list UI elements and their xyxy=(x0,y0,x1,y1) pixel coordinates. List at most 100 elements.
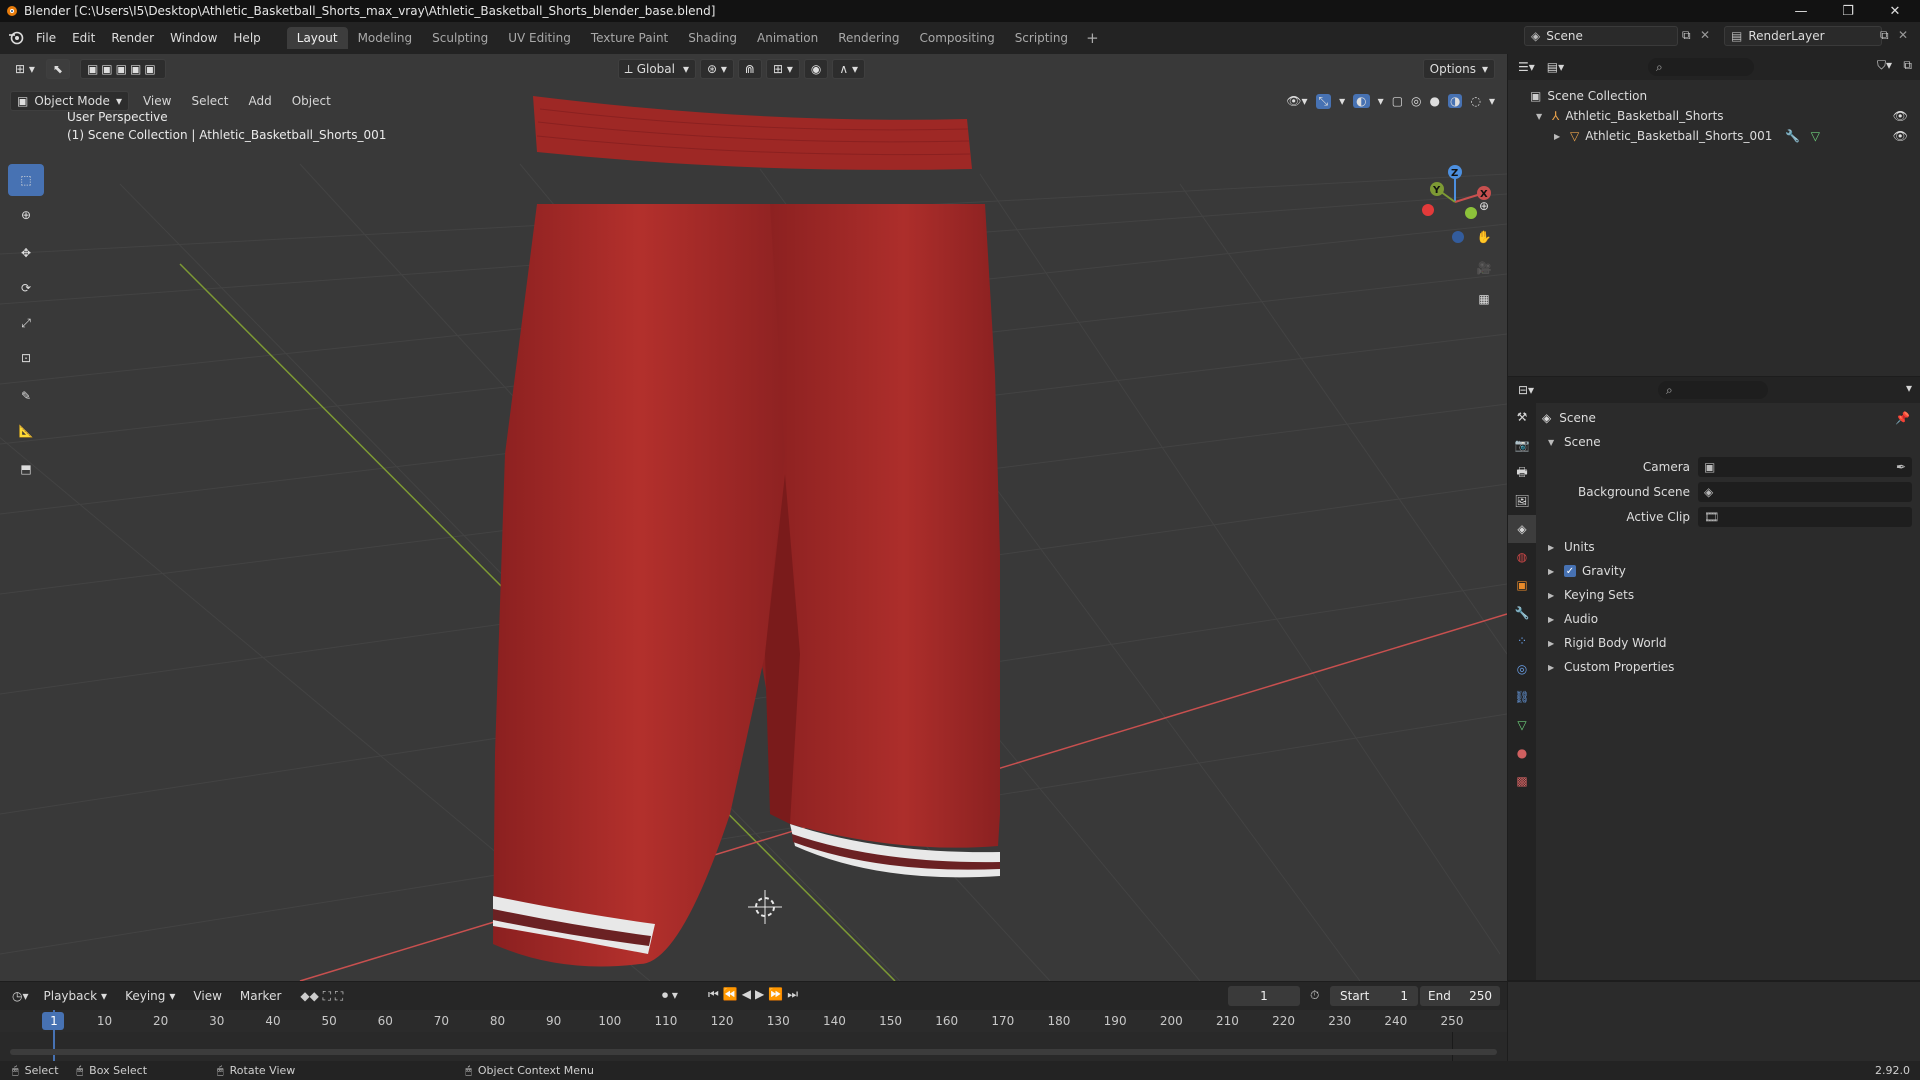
record-icon[interactable]: ⏺ ▾ xyxy=(662,988,678,1003)
play-icon[interactable]: ▶ xyxy=(755,987,768,1001)
menu-file[interactable]: File xyxy=(28,31,64,45)
custom-properties-panel[interactable]: ▶ Custom Properties xyxy=(1538,655,1920,679)
gravity-panel[interactable]: ▶ ✓ Gravity xyxy=(1538,559,1920,583)
outliner-search-input[interactable]: ⌕ xyxy=(1648,58,1754,76)
tab-data[interactable]: ▽ xyxy=(1508,711,1536,739)
play-reverse-icon[interactable]: ◀ xyxy=(742,987,755,1001)
chevron-down-icon[interactable]: ▾ xyxy=(1906,381,1912,395)
pin-icon[interactable]: 📌 xyxy=(1895,411,1910,425)
add-workspace-icon[interactable]: + xyxy=(1078,29,1107,47)
tab-shading[interactable]: Shading xyxy=(678,27,747,49)
tab-uv-editing[interactable]: UV Editing xyxy=(498,27,581,49)
expand-arrow-icon[interactable]: ▼ xyxy=(1536,112,1544,121)
overlay-toggle-icon[interactable]: ◐ xyxy=(1353,94,1370,108)
mesh-data-icon[interactable]: ▽ xyxy=(1811,129,1820,143)
tab-modifiers[interactable]: 🔧 xyxy=(1508,599,1536,627)
snap-target-button[interactable]: ⊞ ▾ xyxy=(765,59,800,79)
tab-scene[interactable]: ◈ xyxy=(1508,515,1536,543)
editor-type-icon[interactable]: ☰▾ xyxy=(1518,60,1535,74)
scene-selector[interactable]: ◈ Scene xyxy=(1524,26,1678,46)
tab-object[interactable]: ▣ xyxy=(1508,571,1536,599)
eye-icon[interactable]: 👁 xyxy=(1893,129,1908,143)
outliner-scene-collection[interactable]: ▣ Scene Collection xyxy=(1508,86,1920,106)
viewport-menu-view[interactable]: View xyxy=(133,94,181,108)
rendered-shading-icon[interactable]: ◌ xyxy=(1470,94,1480,108)
falloff-button[interactable]: ∧ ▾ xyxy=(832,59,865,79)
menu-render[interactable]: Render xyxy=(103,31,162,45)
3d-viewport[interactable]: Z X Y ⊞ ▾ ⬉ ▣▣▣▣▣ ⟂ Global ▾ ⊛ ▾ ⋒ ⊞ ▾ ◉… xyxy=(0,54,1507,981)
tab-particles[interactable]: ⁘ xyxy=(1508,627,1536,655)
renderlayer-selector[interactable]: ▤ RenderLayer xyxy=(1724,26,1882,46)
start-frame-field[interactable]: Start 1 xyxy=(1330,986,1418,1006)
current-frame-field[interactable]: 1 xyxy=(1228,986,1300,1006)
frame-ruler[interactable]: 1 10 20 30 40 50 60 70 80 90 100 110 120 130 140 150 160… xyxy=(0,1010,1507,1032)
rigid-body-world-panel[interactable]: ▶ Rigid Body World xyxy=(1538,631,1920,655)
background-scene-field[interactable]: ◈ xyxy=(1698,481,1912,502)
next-keyframe-icon[interactable]: ⏩ xyxy=(768,987,787,1001)
keyframe-nav-icon[interactable]: ◆◆ ⛶ ⛶ xyxy=(300,989,343,1004)
chevron-down-icon[interactable]: ▾ xyxy=(1378,94,1384,108)
viewport-menu-add[interactable]: Add xyxy=(238,94,281,108)
delete-renderlayer-icon[interactable]: ✕ xyxy=(1898,28,1908,42)
chevron-down-icon[interactable]: ▾ xyxy=(1489,94,1495,108)
gravity-checkbox[interactable]: ✓ xyxy=(1564,565,1576,577)
expand-arrow-icon[interactable]: ▶ xyxy=(1554,132,1562,141)
snap-toggle[interactable]: ⋒ xyxy=(737,59,762,79)
select-box-tool[interactable]: ⬚ xyxy=(8,164,44,196)
menu-window[interactable]: Window xyxy=(162,31,225,45)
timeline-scrollbar[interactable] xyxy=(10,1049,1497,1055)
jump-start-icon[interactable]: ⏮ xyxy=(708,987,723,1001)
tab-render[interactable]: 📷 xyxy=(1508,431,1536,459)
minimize-button[interactable]: — xyxy=(1778,0,1824,22)
scene-panel-header[interactable]: ▼ Scene xyxy=(1538,430,1920,454)
timeline-view-menu[interactable]: View xyxy=(186,986,228,1006)
viewport-menu-object[interactable]: Object xyxy=(282,94,341,108)
keying-menu[interactable]: Keying ▾ xyxy=(118,986,182,1006)
tab-layout[interactable]: Layout xyxy=(286,27,348,49)
tab-output[interactable]: 🖶 xyxy=(1508,459,1536,487)
tab-texture-paint[interactable]: Texture Paint xyxy=(581,27,678,49)
move-tool[interactable]: ✥ xyxy=(8,237,44,269)
clock-icon[interactable]: ⏱ xyxy=(1310,988,1319,1003)
properties-search-input[interactable]: ⌕ xyxy=(1658,381,1768,399)
selection-mode-buttons[interactable]: ▣▣▣▣▣ xyxy=(79,59,166,79)
editor-type-icon[interactable]: ⊟▾ xyxy=(1518,383,1534,397)
new-scene-icon[interactable]: ⧉ xyxy=(1682,28,1691,43)
select-tool-button[interactable]: ⬉ xyxy=(45,59,70,79)
restore-button[interactable]: ❐ xyxy=(1825,0,1871,22)
tab-tool[interactable]: ⚒ xyxy=(1508,403,1536,431)
display-mode-icon[interactable]: ▤▾ xyxy=(1547,60,1564,74)
pivot-point-button[interactable]: ⊛ ▾ xyxy=(700,59,734,79)
tab-scripting[interactable]: Scripting xyxy=(1005,27,1078,49)
transform-tool[interactable]: ⊡ xyxy=(8,342,44,374)
jump-end-icon[interactable]: ⏭ xyxy=(787,987,802,1001)
zoom-view-button[interactable]: ⊕ xyxy=(1470,192,1498,220)
close-window-button[interactable]: ✕ xyxy=(1872,0,1918,22)
tab-texture[interactable]: ▩ xyxy=(1508,767,1536,795)
menu-edit[interactable]: Edit xyxy=(64,31,103,45)
eye-icon[interactable]: 👁 xyxy=(1893,109,1908,123)
perspective-toggle-button[interactable]: ▦ xyxy=(1470,285,1498,313)
tab-compositing[interactable]: Compositing xyxy=(909,27,1004,49)
cursor-tool[interactable]: ⊕ xyxy=(8,199,44,231)
new-collection-icon[interactable]: ⧉ xyxy=(1903,58,1912,73)
tab-rendering[interactable]: Rendering xyxy=(828,27,909,49)
timeline-body[interactable] xyxy=(0,1010,1507,1062)
tab-modeling[interactable]: Modeling xyxy=(348,27,423,49)
proportional-edit-toggle[interactable]: ◉ xyxy=(803,59,829,79)
audio-panel[interactable]: ▶ Audio xyxy=(1538,607,1920,631)
new-renderlayer-icon[interactable]: ⧉ xyxy=(1880,28,1889,43)
solid-shading-icon[interactable]: ● xyxy=(1430,94,1440,108)
visibility-icon[interactable]: 👁▾ xyxy=(1286,94,1307,108)
mode-select[interactable]: ▣ Object Mode ▾ xyxy=(10,91,129,111)
tab-world[interactable]: ◍ xyxy=(1508,543,1536,571)
rotate-tool[interactable]: ⟳ xyxy=(8,272,44,304)
keying-sets-panel[interactable]: ▶ Keying Sets xyxy=(1538,583,1920,607)
playback-menu[interactable]: Playback ▾ xyxy=(37,986,115,1006)
chevron-down-icon[interactable]: ▾ xyxy=(1339,94,1345,108)
scale-tool[interactable]: ⤢ xyxy=(8,307,44,339)
transform-orientation-select[interactable]: ⟂ Global ▾ xyxy=(617,59,696,79)
wireframe-shading-icon[interactable]: ◎ xyxy=(1411,94,1421,108)
active-clip-field[interactable]: 🎞 xyxy=(1698,506,1912,527)
editor-type-button[interactable]: ⊞ ▾ xyxy=(8,59,42,79)
